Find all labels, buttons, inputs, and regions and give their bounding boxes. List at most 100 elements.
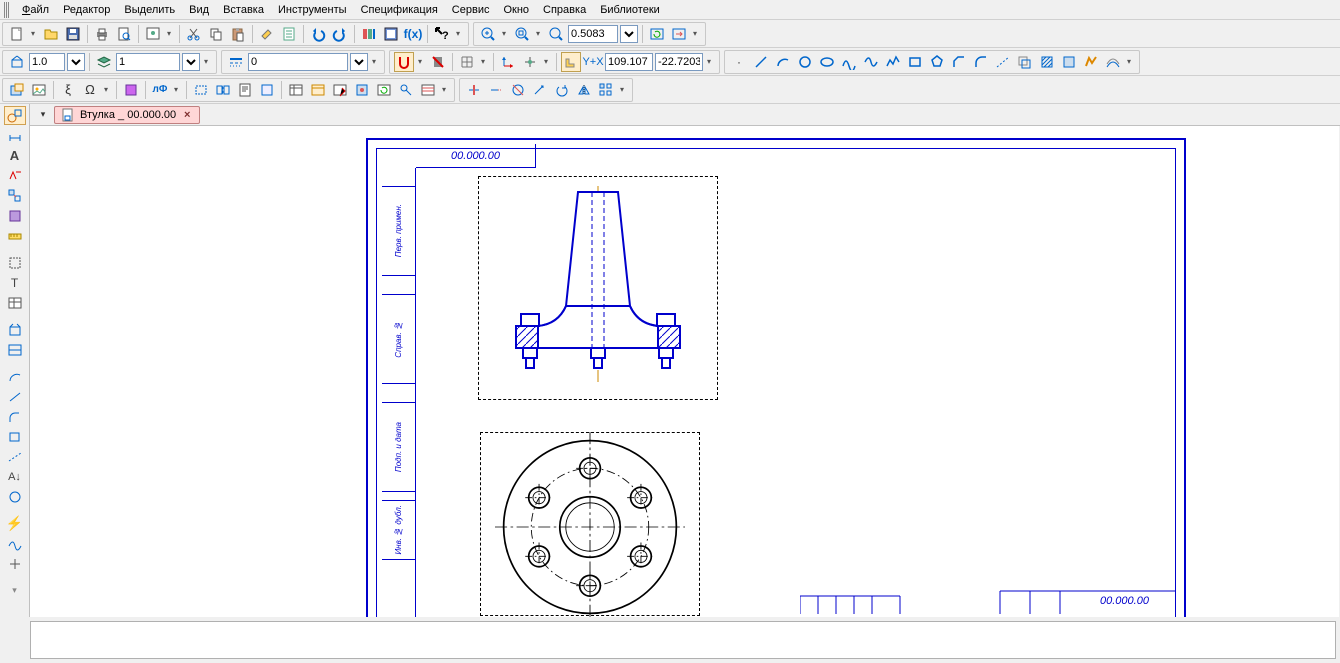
- model-tree-button[interactable]: [381, 24, 401, 44]
- lp-frame-icon[interactable]: [4, 320, 26, 339]
- lp-aux-icon[interactable]: [4, 447, 26, 466]
- symbol-dropdown[interactable]: [102, 80, 112, 100]
- zoom-icon[interactable]: [546, 24, 566, 44]
- snap-dropdown[interactable]: [416, 52, 426, 72]
- tab-close-button[interactable]: ×: [181, 109, 193, 121]
- menu-window[interactable]: Окно: [497, 2, 535, 18]
- linestyle-input[interactable]: [248, 53, 348, 71]
- spec-sync-button[interactable]: [374, 80, 394, 100]
- mirror-button[interactable]: [574, 80, 594, 100]
- lp-view-icon[interactable]: [4, 340, 26, 359]
- round-button[interactable]: Y+X: [583, 52, 603, 72]
- menu-file[interactable]: Файл: [16, 2, 55, 18]
- menu-tools[interactable]: Инструменты: [272, 2, 353, 18]
- coord-x-input[interactable]: [605, 53, 653, 71]
- menu-select[interactable]: Выделить: [118, 2, 181, 18]
- geometry-overflow[interactable]: [1125, 52, 1135, 72]
- open-button[interactable]: [41, 24, 61, 44]
- ortho-button[interactable]: [561, 52, 581, 72]
- zoom-window-button[interactable]: [512, 24, 532, 44]
- local-cs-button[interactable]: [498, 52, 518, 72]
- lp-param-icon[interactable]: [4, 206, 26, 225]
- macro-button[interactable]: [121, 80, 141, 100]
- document-tab[interactable]: Втулка _ 00.000.00 ×: [54, 106, 200, 124]
- shift-view-button[interactable]: [669, 24, 689, 44]
- layer-dropdown[interactable]: [182, 53, 200, 71]
- lp-bolt-icon[interactable]: ⚡: [4, 514, 26, 533]
- zoom-value-dropdown[interactable]: [620, 25, 638, 43]
- local-dropdown[interactable]: [172, 80, 182, 100]
- disable-snap-button[interactable]: [428, 52, 448, 72]
- break-view-button[interactable]: [213, 80, 233, 100]
- lp-rect-icon[interactable]: [4, 427, 26, 446]
- lp-fillet-icon[interactable]: [4, 407, 26, 426]
- cut-button[interactable]: [184, 24, 204, 44]
- lp-dimensions-icon[interactable]: [4, 126, 26, 145]
- lp-collapse-icon[interactable]: ▾: [4, 581, 26, 600]
- edit-overflow[interactable]: [618, 80, 628, 100]
- lp-geometry-icon[interactable]: [4, 106, 26, 125]
- menu-spec[interactable]: Спецификация: [355, 2, 444, 18]
- drawing-canvas[interactable]: 00.000.00 Перв. примен. Справ. № Подп. и…: [30, 126, 1339, 617]
- refresh-view-button[interactable]: [647, 24, 667, 44]
- aux-view-button[interactable]: [191, 80, 211, 100]
- redo-button[interactable]: [330, 24, 350, 44]
- region-button[interactable]: [1059, 52, 1079, 72]
- menu-view[interactable]: Вид: [183, 2, 215, 18]
- copy-button[interactable]: [206, 24, 226, 44]
- grid-button[interactable]: [457, 52, 477, 72]
- layer-manager-button[interactable]: [94, 52, 114, 72]
- save-button[interactable]: [63, 24, 83, 44]
- linestyle-icon[interactable]: [226, 52, 246, 72]
- lp-circle-icon[interactable]: [4, 487, 26, 506]
- menu-help[interactable]: Справка: [537, 2, 592, 18]
- aux-line-button[interactable]: [993, 52, 1013, 72]
- lp-point-icon[interactable]: A↓: [4, 467, 26, 486]
- current-view-button[interactable]: [7, 52, 27, 72]
- lp-edit-icon[interactable]: [4, 186, 26, 205]
- spec-table-button[interactable]: [286, 80, 306, 100]
- format-paint-button[interactable]: [257, 24, 277, 44]
- print-button[interactable]: [92, 24, 112, 44]
- zoom-value-input[interactable]: [568, 25, 618, 43]
- menu-libraries[interactable]: Библиотеки: [594, 2, 666, 18]
- hatch-button[interactable]: [1037, 52, 1057, 72]
- toolbar-overflow-1[interactable]: [454, 24, 464, 44]
- cs-dropdown[interactable]: [542, 52, 552, 72]
- coord-sys-button[interactable]: [520, 52, 540, 72]
- point-button[interactable]: ·: [729, 52, 749, 72]
- polyline-button[interactable]: [883, 52, 903, 72]
- spec-link-button[interactable]: [308, 80, 328, 100]
- spline-button[interactable]: [839, 52, 859, 72]
- lp-table-icon[interactable]: [4, 293, 26, 312]
- menu-insert[interactable]: Вставка: [217, 2, 270, 18]
- insert-fragment-button[interactable]: [7, 80, 27, 100]
- paste-button[interactable]: [228, 24, 248, 44]
- unknown-button-1[interactable]: [257, 80, 277, 100]
- snap-toggle-button[interactable]: [394, 52, 414, 72]
- grid-dropdown[interactable]: [479, 52, 489, 72]
- lp-arc-icon[interactable]: [4, 367, 26, 386]
- zoom-in-button[interactable]: [478, 24, 498, 44]
- state-overflow[interactable]: [202, 52, 212, 72]
- array-button[interactable]: [596, 80, 616, 100]
- coord-overflow[interactable]: [705, 52, 715, 72]
- spec-pos-button[interactable]: [396, 80, 416, 100]
- rotate-button[interactable]: [552, 80, 572, 100]
- spec-obj-button[interactable]: [352, 80, 372, 100]
- undo-button[interactable]: [308, 24, 328, 44]
- preview-dropdown[interactable]: [165, 24, 175, 44]
- new-doc-button[interactable]: [7, 24, 27, 44]
- menu-editor[interactable]: Редактор: [57, 2, 116, 18]
- line-button[interactable]: [751, 52, 771, 72]
- fillet-button[interactable]: [971, 52, 991, 72]
- zoom-window-dropdown[interactable]: [534, 24, 544, 44]
- spec-edit-button[interactable]: [330, 80, 350, 100]
- lp-measure-icon[interactable]: [4, 226, 26, 245]
- menu-grip[interactable]: [4, 2, 10, 18]
- local-frag-button[interactable]: лФ: [150, 80, 170, 100]
- preview-button[interactable]: [143, 24, 163, 44]
- offset-button[interactable]: [1015, 52, 1035, 72]
- arc-button[interactable]: [773, 52, 793, 72]
- lp-text-icon[interactable]: A: [4, 146, 26, 165]
